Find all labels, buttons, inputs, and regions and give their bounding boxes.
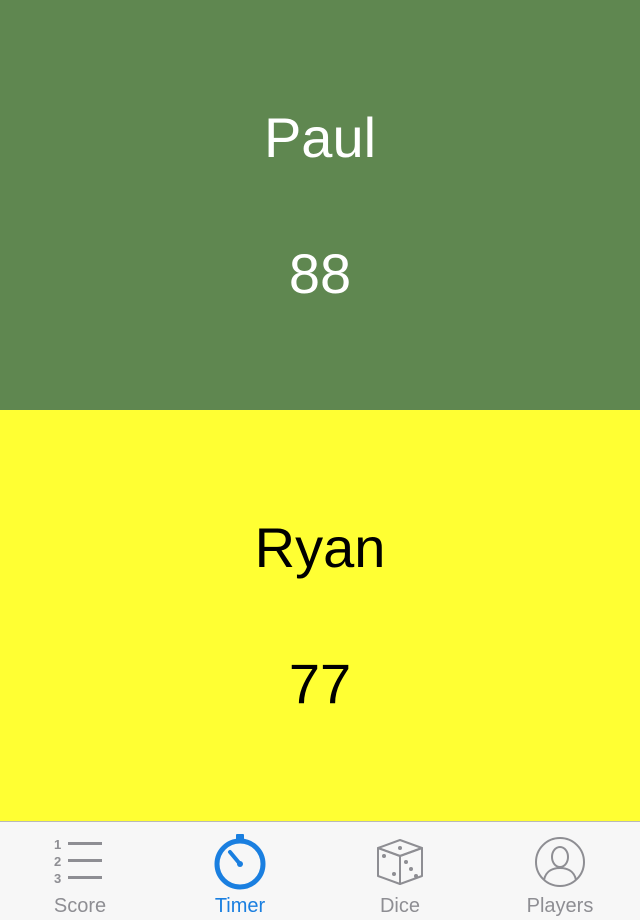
person-icon [535, 837, 585, 887]
stopwatch-icon [214, 834, 266, 890]
player-name: Paul [263, 106, 377, 169]
player-panel-ryan[interactable]: Ryan 77 [0, 410, 640, 821]
tab-label: Dice [379, 895, 420, 917]
svg-text:1: 1 [54, 837, 61, 852]
player-score: 88 [288, 242, 352, 305]
dice-icon [377, 839, 423, 885]
svg-text:2: 2 [54, 854, 61, 869]
tab-bar: 1 2 3 Score Timer Dice Players [0, 821, 640, 920]
tab-label: Score [53, 895, 107, 917]
tab-timer[interactable]: Timer [160, 822, 320, 920]
tab-score[interactable]: 1 2 3 Score [0, 822, 160, 920]
tab-label: Timer [214, 895, 266, 917]
player-name: Ryan [254, 516, 386, 579]
player-panel-paul[interactable]: Paul 88 [0, 0, 640, 410]
svg-text:3: 3 [54, 871, 61, 886]
player-score: 77 [288, 652, 352, 715]
tab-label: Players [526, 895, 594, 917]
tab-dice[interactable]: Dice [320, 822, 480, 920]
tab-players[interactable]: Players [480, 822, 640, 920]
numbered-list-icon: 1 2 3 [54, 837, 102, 886]
